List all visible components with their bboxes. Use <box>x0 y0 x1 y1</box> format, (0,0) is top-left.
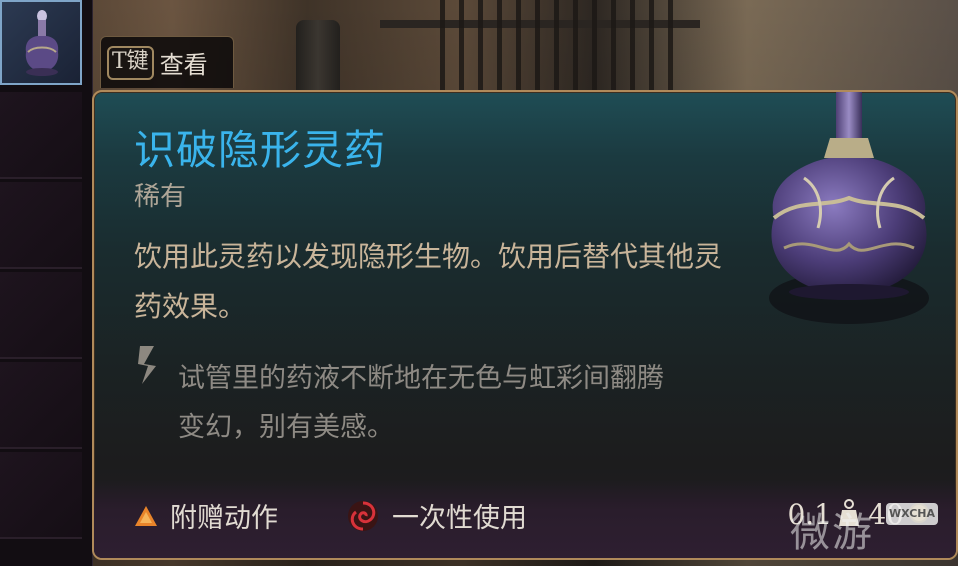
game-screen: T键 查看 识破隐形灵药 稀有 饮用此灵药以发现隐形生物。饮用后替代其他灵药效果… <box>0 0 958 566</box>
potion-thumbnail-icon <box>25 10 59 76</box>
inventory-slot[interactable] <box>0 182 82 269</box>
tag-bonus-action-label: 附赠动作 <box>170 503 278 534</box>
watermark-badge: WXCHA <box>886 503 938 525</box>
inspect-label: 查看 <box>159 51 208 79</box>
tag-bonus-action: 附赠动作 <box>134 496 278 535</box>
tag-single-use: 一次性使用 <box>346 496 527 535</box>
inventory-slot-selected[interactable] <box>0 0 82 85</box>
item-name: 识破隐形灵药 <box>134 126 386 174</box>
keycap-t: T键 <box>107 45 154 80</box>
watermark-text: 微游 <box>790 510 874 556</box>
inspect-key-prompt[interactable]: T键 查看 <box>100 36 234 88</box>
bonus-action-triangle-icon <box>135 505 157 526</box>
item-lore: 试管里的药液不断地在无色与虹彩间翻腾变幻，别有美感。 <box>178 363 664 443</box>
lore-quote-icon <box>138 346 156 384</box>
inventory-column <box>0 0 93 566</box>
inventory-slot[interactable] <box>0 362 82 449</box>
consumable-swirl-icon <box>348 500 378 531</box>
item-rarity: 稀有 <box>134 182 187 212</box>
item-tooltip: 识破隐形灵药 稀有 饮用此灵药以发现隐形生物。饮用后替代其他灵药效果。 试管里的… <box>92 90 958 560</box>
potion-illustration-icon <box>769 92 929 324</box>
item-description: 饮用此灵药以发现隐形生物。饮用后替代其他灵药效果。 <box>134 240 723 323</box>
inventory-slot[interactable] <box>0 452 82 539</box>
background-post <box>296 20 340 98</box>
inventory-slot[interactable] <box>0 272 82 359</box>
tag-single-use-label: 一次性使用 <box>392 503 527 534</box>
inventory-slot[interactable] <box>0 92 82 179</box>
